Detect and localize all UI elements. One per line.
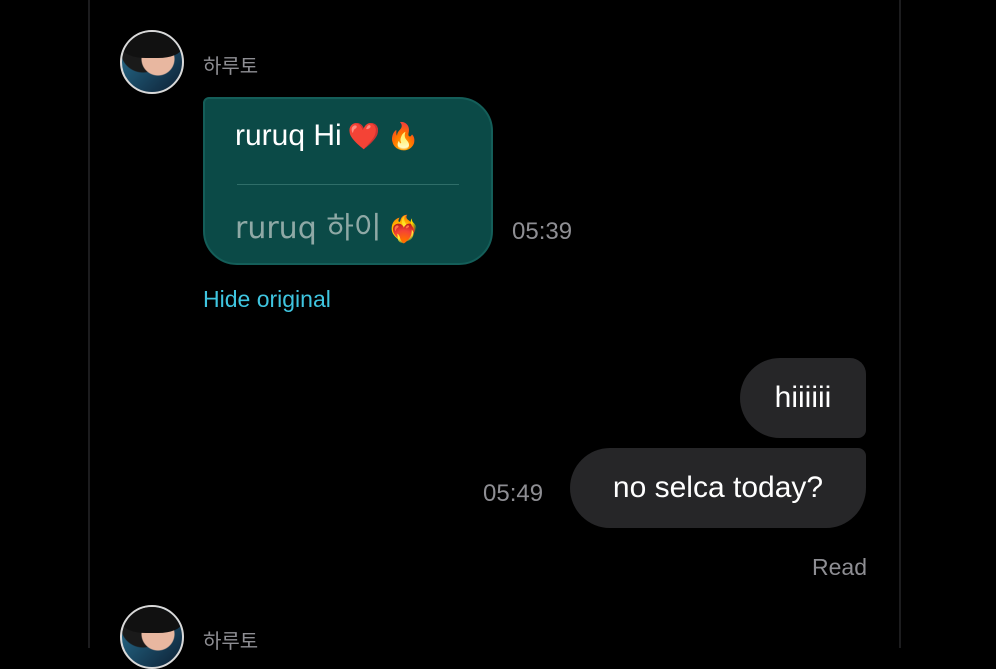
conversation-frame-left-edge [88,0,90,648]
incoming-message-time: 05:39 [512,218,573,245]
conversation-frame-right-edge [899,0,901,648]
heart-fire-emoji-icon: ❤️ 🔥 [347,121,420,151]
heart-on-fire-emoji-icon: ❤️‍🔥 [387,215,420,245]
outgoing-message-bubble[interactable]: hiiiiii [740,358,866,438]
sender-avatar[interactable] [120,605,184,669]
translation-divider [237,184,459,185]
outgoing-message-text: hiiiiii [774,381,832,414]
outgoing-message-time: 05:49 [483,480,544,507]
sender-name: 하루토 [203,629,259,653]
incoming-message-bubble[interactable]: ruruq Hi ❤️ 🔥 ruruq 하이 ❤️‍🔥 [203,97,493,265]
translated-message-text: ruruq Hi ❤️ 🔥 [235,119,420,153]
sender-avatar[interactable] [120,30,184,94]
hide-original-link[interactable]: Hide original [203,286,331,313]
sender-name: 하루토 [203,54,259,78]
outgoing-message-bubble[interactable]: no selca today? [570,448,866,528]
outgoing-message-text: no selca today? [612,471,824,504]
translated-text: ruruq Hi [235,119,342,152]
read-receipt: Read [812,554,867,580]
original-message-text: ruruq 하이 ❤️‍🔥 [235,203,420,247]
original-text: ruruq 하이 [235,211,382,246]
